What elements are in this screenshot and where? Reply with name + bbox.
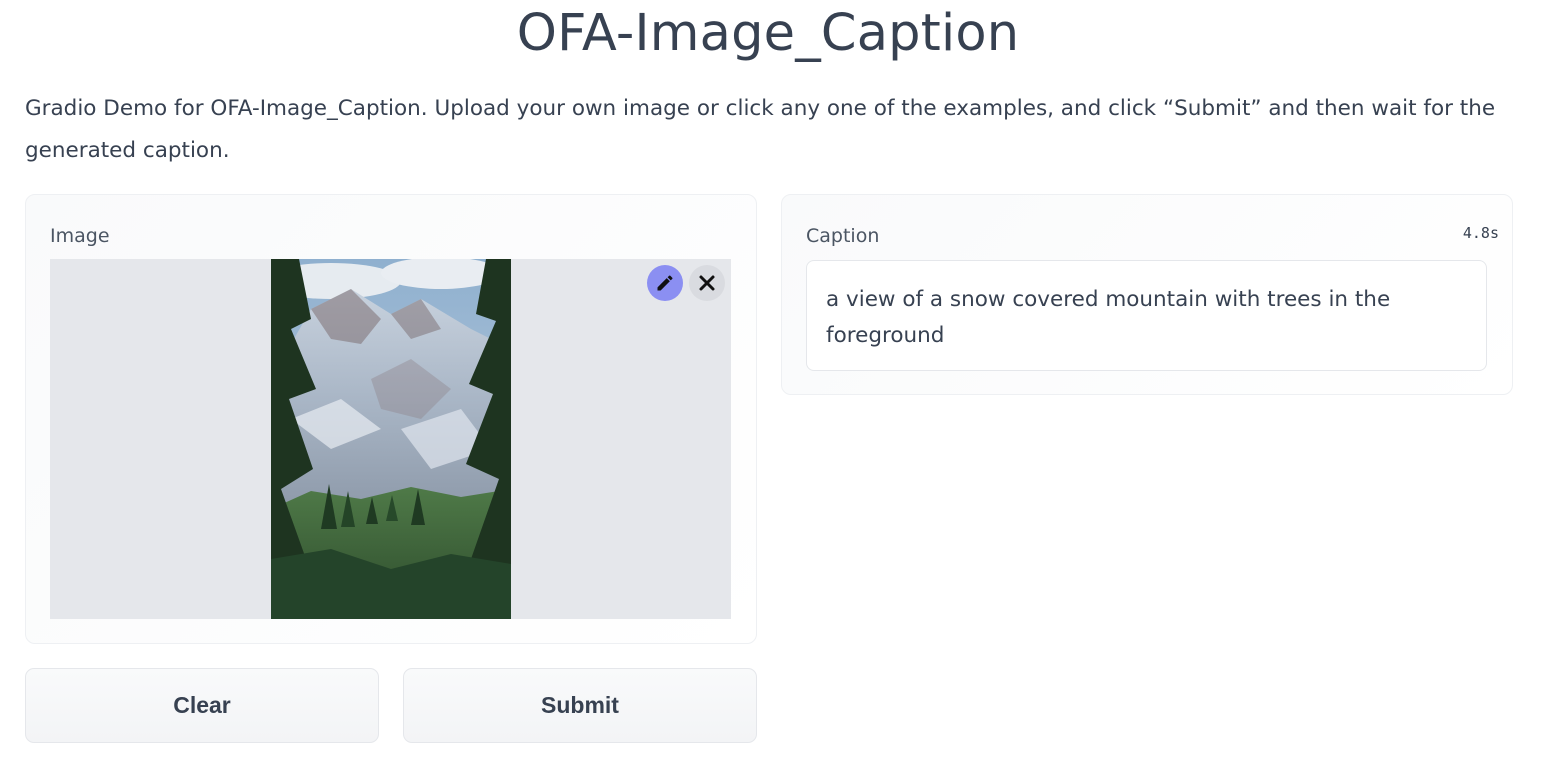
page-description: Gradio Demo for OFA-Image_Caption. Uploa… xyxy=(25,96,1496,163)
image-input-panel: Image xyxy=(25,194,757,644)
app-root: OFA-Image_Caption Gradio Demo for OFA-Im… xyxy=(0,0,1565,763)
image-upload-area[interactable] xyxy=(50,259,731,619)
remove-image-button[interactable] xyxy=(689,265,725,301)
image-label: Image xyxy=(50,225,110,247)
edit-image-button[interactable] xyxy=(647,265,683,301)
caption-output-panel: Caption 4.8s a view of a snow covered mo… xyxy=(781,194,1513,395)
submit-button[interactable]: Submit xyxy=(403,668,757,743)
close-icon xyxy=(699,275,715,291)
page-title: OFA-Image_Caption xyxy=(516,4,1020,63)
caption-label: Caption xyxy=(806,225,880,247)
caption-output-textbox[interactable]: a view of a snow covered mountain with t… xyxy=(806,260,1487,371)
pencil-icon xyxy=(657,275,673,291)
uploaded-mountain-image xyxy=(271,259,511,619)
elapsed-time: 4.8s xyxy=(1462,224,1499,242)
clear-button[interactable]: Clear xyxy=(25,668,379,743)
